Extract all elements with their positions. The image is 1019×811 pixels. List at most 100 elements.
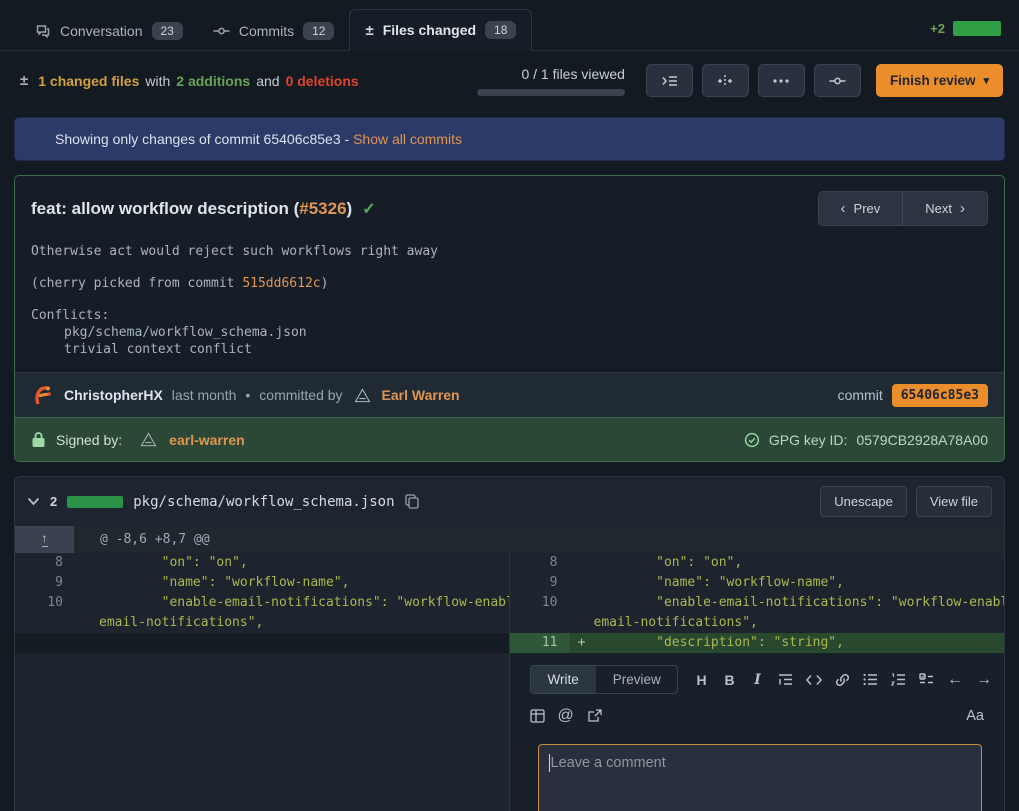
lock-icon: [31, 431, 46, 448]
conflict-note: trivial context conflict: [31, 341, 988, 358]
diff-options-button[interactable]: [758, 64, 805, 97]
mention-icon[interactable]: @: [558, 707, 574, 725]
commit-select-button[interactable]: [814, 64, 861, 97]
file-tree-toggle-button[interactable]: [646, 64, 693, 97]
author-avatar[interactable]: [31, 383, 55, 407]
table-icon[interactable]: [530, 709, 545, 723]
issue-ref-link[interactable]: #5326: [299, 199, 346, 218]
files-viewed-indicator: 0 / 1 files viewed: [477, 66, 625, 96]
pr-diffstat: +2: [930, 21, 1001, 50]
diff-bottom-row: Write Preview H B I: [15, 653, 1004, 811]
commit-sha-badge[interactable]: 65406c85e3: [892, 384, 988, 407]
split-diff: 8 "on": "on", 9 "name": "workflow-name",…: [15, 553, 1004, 653]
next-commit-button[interactable]: Next ›: [903, 192, 987, 225]
code-icon[interactable]: [806, 674, 822, 686]
tab-commits[interactable]: Commits 12: [198, 11, 350, 51]
diff-sign: [75, 613, 99, 633]
tab-files-changed[interactable]: ± Files changed 18: [349, 9, 532, 51]
diff-row-added: 11+ "description": "string",: [510, 633, 1005, 653]
collapse-chevron-icon[interactable]: [27, 497, 40, 506]
finish-review-label: Finish review: [890, 73, 976, 88]
cherry-pick-text: (cherry picked from commit: [31, 276, 242, 291]
dot-separator: •: [245, 387, 250, 403]
link-icon[interactable]: [835, 673, 850, 687]
quote-icon[interactable]: [778, 673, 793, 686]
tab-conversation[interactable]: Conversation 23: [20, 11, 198, 51]
redo-icon[interactable]: →: [976, 671, 992, 689]
diff-pane-new: 8 "on": "on", 9 "name": "workflow-name",…: [510, 553, 1005, 653]
verified-badge-icon: [744, 432, 760, 448]
commit-title-row: feat: allow workflow description (#5326)…: [15, 176, 1004, 237]
task-list-icon[interactable]: [919, 673, 934, 686]
diff-row: 8 "on": "on",: [15, 553, 509, 573]
comment-input[interactable]: [538, 744, 983, 811]
undo-icon[interactable]: ←: [947, 671, 963, 689]
code-line: "on": "on",: [594, 553, 743, 573]
commit-title: feat: allow workflow description (#5326): [31, 199, 352, 219]
cherry-pick-sha-link[interactable]: 515dd6612c: [242, 276, 320, 291]
prev-commit-button[interactable]: ‹ Prev: [819, 192, 904, 225]
write-tab[interactable]: Write: [531, 666, 596, 693]
line-number[interactable]: 8: [15, 553, 75, 573]
with-text: with: [145, 73, 170, 89]
bold-icon[interactable]: B: [722, 672, 737, 688]
commit-label: commit: [838, 387, 883, 403]
text-caret: [549, 754, 550, 772]
expand-hunk-button[interactable]: ↑: [15, 526, 74, 553]
prev-label: Prev: [854, 201, 881, 216]
code-line: email-notifications",: [99, 613, 263, 633]
diff-sign: [570, 593, 594, 613]
file-diffstat-bar: [67, 496, 123, 508]
line-number[interactable]: 10: [510, 593, 570, 613]
view-file-button[interactable]: View file: [916, 486, 992, 517]
editor-toolbar-row: Write Preview H B I: [530, 665, 993, 694]
line-number: [15, 633, 75, 653]
line-number[interactable]: 10: [15, 593, 75, 613]
editor-mode-tabs: Write Preview: [530, 665, 679, 694]
diff-row: 10 "enable-email-notifications": "workfl…: [510, 593, 1005, 613]
committer-name-link[interactable]: Earl Warren: [382, 387, 460, 403]
signed-by-label: Signed by:: [56, 432, 122, 448]
italic-icon[interactable]: I: [750, 672, 765, 688]
file-name-link[interactable]: pkg/schema/workflow_schema.json: [133, 494, 394, 510]
show-all-commits-link[interactable]: Show all commits: [353, 131, 462, 147]
commit-icon: [213, 23, 230, 39]
deletions-text: 0 deletions: [286, 73, 359, 89]
copy-path-icon[interactable]: [405, 494, 419, 509]
inline-comment-editor: Write Preview H B I: [510, 653, 1005, 811]
diff-row: 9 "name": "workflow-name",: [510, 573, 1005, 593]
comment-input-wrapper: [538, 744, 983, 811]
finish-review-button[interactable]: Finish review ▾: [876, 64, 1003, 97]
diffstat-bar: [953, 21, 1001, 36]
code-line: email-notifications",: [594, 613, 758, 633]
hunk-header-text: @ -8,6 +8,7 @@: [74, 526, 210, 553]
line-number[interactable]: 8: [510, 553, 570, 573]
preview-tab[interactable]: Preview: [596, 666, 678, 693]
unordered-list-icon[interactable]: [863, 673, 878, 686]
reference-icon[interactable]: [587, 709, 602, 723]
line-number[interactable]: 9: [15, 573, 75, 593]
gpg-key-value: 0579CB2928A78A00: [856, 432, 988, 448]
split-view-button[interactable]: [702, 64, 749, 97]
unescape-button[interactable]: Unescape: [820, 486, 907, 517]
diff-bottom-left-empty: [15, 653, 510, 811]
author-name-link[interactable]: ChristopherHX: [64, 387, 163, 403]
commit-date: last month: [172, 387, 237, 403]
diff-row-placeholder: [15, 633, 509, 653]
diff-file-box: 2 pkg/schema/workflow_schema.json Unesca…: [14, 476, 1005, 811]
line-number[interactable]: 9: [510, 573, 570, 593]
committer-avatar[interactable]: [352, 385, 373, 406]
changed-files-link[interactable]: 1 changed files: [38, 73, 139, 89]
line-number[interactable]: 11: [510, 633, 570, 653]
conflict-file: pkg/schema/workflow_schema.json: [31, 324, 988, 341]
chevron-right-icon: ›: [960, 201, 965, 216]
text-size-button[interactable]: Aa: [966, 708, 984, 724]
signer-name-link[interactable]: earl-warren: [169, 432, 244, 448]
commit-message-line: Otherwise act would reject such workflow…: [31, 243, 988, 260]
commit-signed-row: Signed by: earl-warren GPG key ID: 0579C…: [15, 417, 1004, 461]
ordered-list-icon[interactable]: [891, 673, 906, 686]
signer-avatar[interactable]: [138, 429, 159, 450]
heading-icon[interactable]: H: [694, 672, 709, 688]
diff-sign: [75, 573, 99, 593]
diff-sign: [75, 633, 99, 653]
